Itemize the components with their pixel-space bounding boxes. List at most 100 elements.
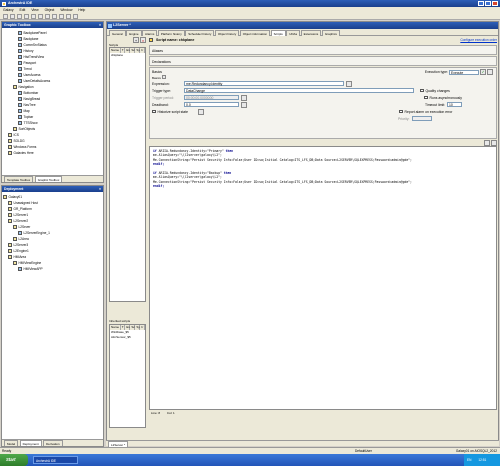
tab-scheduler-history[interactable]: Scheduler history — [185, 30, 215, 36]
folder-icon — [8, 139, 12, 143]
exec-type-select[interactable]: Execute — [449, 69, 479, 75]
properties-icon[interactable] — [65, 14, 71, 19]
add-script-button[interactable]: + — [133, 37, 139, 43]
tab-template-toolbox[interactable]: Template Toolbox — [4, 176, 34, 182]
alarm-label: Report alarm on execution error — [404, 109, 453, 114]
folder-icon — [13, 127, 17, 131]
code-token: ARIIA.Redundancy.Identity="Backup" — [158, 170, 224, 175]
object-icon — [18, 267, 22, 271]
delete-icon[interactable] — [44, 14, 50, 19]
validate-icon[interactable] — [484, 140, 490, 146]
declarations-label: Declarations — [152, 60, 171, 64]
basics-collapse[interactable] — [161, 75, 166, 79]
list-item[interactable]: chkplane — [110, 53, 145, 58]
cut-icon[interactable] — [23, 14, 29, 19]
menu-object[interactable]: Object — [45, 8, 55, 12]
expression-input[interactable]: me.Redundancy.Identity — [184, 81, 344, 86]
menu-galaxy[interactable]: Galaxy — [3, 8, 14, 12]
code-line: endif; — [153, 184, 493, 188]
object-icon — [18, 121, 22, 125]
minimize-button[interactable] — [478, 1, 484, 6]
tab-engine[interactable]: Engine — [126, 30, 142, 36]
toolbox-tree-item[interactable]: Galaxies Here — [3, 150, 102, 156]
tab-derivation[interactable]: Derivation — [43, 440, 63, 446]
severity-input[interactable] — [411, 116, 432, 121]
copy-icon[interactable] — [30, 14, 36, 19]
undeploy-icon[interactable] — [58, 14, 64, 19]
column-header[interactable]: Ir — [140, 48, 145, 53]
menu-edit[interactable]: Edit — [20, 8, 26, 12]
col-indicator: Col: 1 — [166, 411, 175, 415]
save-icon[interactable] — [16, 14, 22, 19]
code-token: Me.ConnectionString="Persist Security In… — [153, 157, 412, 162]
trigger-type-select[interactable]: DataChange — [184, 88, 414, 93]
new-icon[interactable] — [3, 14, 8, 19]
editor-tabs: General Engine Alarms Platform history Sched… — [107, 29, 498, 36]
deployment-tree-label: HMIViewAPP — [23, 267, 43, 271]
tab-object-information[interactable]: Object information — [239, 30, 271, 36]
tab-extensions[interactable]: Extensions — [300, 30, 322, 36]
list-item[interactable]: AlmSensor_$5 — [110, 335, 145, 340]
close-icon[interactable]: × — [99, 22, 101, 28]
deadband-label: Deadband: — [152, 102, 169, 107]
deployment-title: Deployment — [4, 187, 24, 191]
code-token: endif; — [153, 184, 165, 189]
config-exec-order-link[interactable]: Configure execution order — [460, 37, 497, 44]
check-icon[interactable]: ✓ — [480, 69, 486, 75]
deadband-input[interactable]: 0.0 — [184, 102, 239, 107]
historize-lock[interactable] — [198, 108, 205, 115]
editor-header: L2Server * — [107, 22, 498, 29]
delete-script-button[interactable]: × — [140, 37, 146, 43]
historize-checkbox[interactable] — [152, 109, 156, 114]
column-header[interactable]: Ir — [140, 325, 145, 330]
browse-expression-button[interactable] — [346, 80, 352, 87]
code-token: ARIIA.Redundancy.Identity="Primary" — [158, 149, 226, 153]
object-icon — [18, 91, 22, 95]
basics-label: Basics — [152, 70, 162, 74]
toolbox-tree-label: Galaxies Here — [13, 151, 34, 155]
start-button[interactable]: Start — [0, 454, 28, 466]
editor-icon — [108, 23, 112, 28]
timeout-input[interactable]: 10 — [447, 102, 463, 107]
graphic-toolbox-panel: Graphic Toolbox × BackplanePanel Backplan… — [1, 21, 104, 183]
language-indicator[interactable]: EN — [467, 458, 471, 462]
taskbar-item-ide[interactable]: ArchestrA IDE — [33, 456, 78, 464]
menu-window[interactable]: Window — [60, 8, 72, 12]
tab-platform-history[interactable]: Platform history — [157, 30, 185, 36]
script-functions-icon[interactable] — [491, 140, 497, 146]
close-icon[interactable]: × — [99, 186, 101, 192]
tab-graphic-toolbox[interactable]: Graphic Toolbox — [34, 176, 63, 182]
maximize-button[interactable] — [485, 1, 491, 6]
tab-general[interactable]: General — [109, 30, 126, 36]
run-async-checkbox[interactable] — [424, 95, 428, 100]
deadband-lock[interactable] — [241, 101, 247, 108]
close-button[interactable] — [492, 1, 498, 6]
code-editor[interactable]: if ARIIA.Redundancy.Identity="Primary" t… — [149, 146, 497, 410]
historize-row: Historize script state Report alarm on e… — [152, 108, 494, 115]
find-icon[interactable] — [72, 14, 78, 19]
menu-view[interactable]: View — [31, 8, 38, 12]
deploy-icon[interactable] — [51, 14, 57, 19]
tab-model[interactable]: Model — [4, 440, 19, 446]
tab-alarms[interactable]: Alarms — [142, 30, 158, 36]
tab-deployment[interactable]: Deployment — [19, 440, 42, 446]
code-token: me.AliasQuery="\\l2server\galaxy\L2"; — [153, 175, 222, 180]
expression-row: Expression: me.Redundancy.Identity — [152, 80, 494, 87]
tab-graphics[interactable]: Graphics — [321, 30, 340, 36]
trigger-period-input[interactable]: 00:00:00.0000000 — [184, 95, 239, 100]
trigger-period-lock[interactable] — [241, 94, 247, 101]
status-bar: Ready DefaultUser Galaxy01 on AIOSQL2_20… — [0, 447, 500, 454]
object-icon — [18, 231, 22, 235]
edit-icon[interactable] — [487, 69, 493, 75]
tab-scripts[interactable]: Scripts — [270, 30, 286, 36]
open-icon[interactable] — [9, 14, 15, 19]
paste-icon[interactable] — [37, 14, 43, 19]
quality-changes-checkbox[interactable] — [420, 88, 424, 93]
toolbox-tree: BackplanePanel Backplane CommSrvStatus Hist… — [2, 28, 103, 173]
alarm-checkbox[interactable] — [399, 109, 403, 114]
tab-object-history[interactable]: Object history — [214, 30, 240, 36]
taskbar: Start ArchestrA IDE EN 12:51 — [0, 454, 500, 466]
deployment-tree-item[interactable]: HMIViewAPP — [3, 266, 102, 272]
menu-help[interactable]: Help — [78, 8, 85, 12]
tab-udas[interactable]: UDAs — [286, 30, 301, 36]
